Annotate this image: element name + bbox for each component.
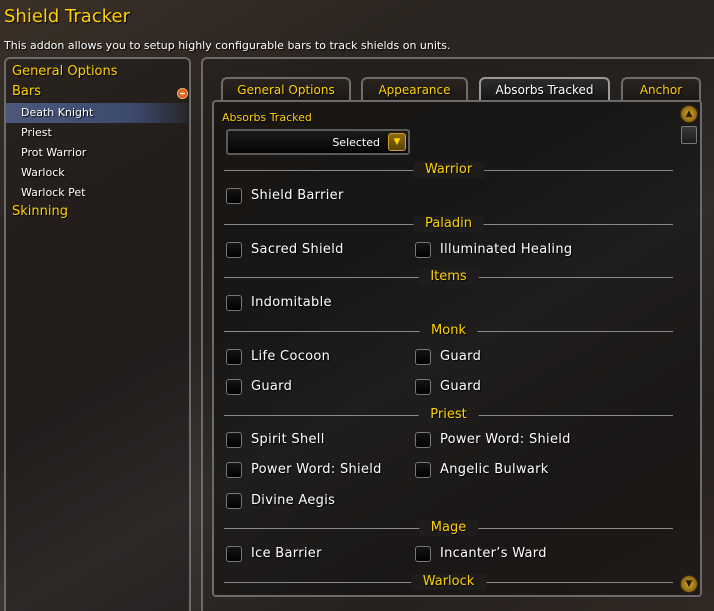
tree-item-bars[interactable]: Bars — [12, 84, 41, 99]
checkbox-shield-barrier[interactable]: Shield Barrier — [226, 187, 386, 207]
checkbox-box[interactable] — [226, 462, 242, 478]
section-header-warlock: Warlock — [224, 574, 673, 590]
checkbox-box[interactable] — [226, 379, 242, 395]
checkbox-life-cocoon[interactable]: Life Cocoon — [226, 348, 396, 368]
section-header-priest: Priest — [224, 407, 673, 423]
tab-anchor[interactable]: Anchor — [621, 77, 701, 101]
checkbox-box[interactable] — [415, 349, 431, 365]
absorbs-group-label: Absorbs Tracked — [222, 111, 312, 124]
checkbox-box[interactable] — [415, 432, 431, 448]
checkbox-ice-barrier[interactable]: Ice Barrier — [226, 545, 396, 565]
tree-item-general-options[interactable]: General Options — [12, 64, 118, 79]
section-header-mage: Mage — [224, 520, 673, 536]
checkbox-incanters-ward[interactable]: Incanter’s Ward — [415, 545, 585, 565]
minus-icon[interactable] — [177, 88, 188, 99]
checkbox-angelic-bulwark[interactable]: Angelic Bulwark — [415, 461, 585, 481]
tree-item-priest[interactable]: Priest — [6, 123, 187, 143]
checkbox-box[interactable] — [226, 188, 242, 204]
section-header-monk: Monk — [224, 323, 673, 339]
checkbox-power-word-shield[interactable]: Power Word: Shield — [415, 431, 585, 451]
addon-description: This addon allows you to setup highly co… — [4, 39, 451, 52]
tab-appearance[interactable]: Appearance — [361, 77, 468, 101]
checkbox-guard[interactable]: Guard — [415, 378, 585, 398]
chevron-down-icon[interactable]: ▼ — [388, 133, 406, 151]
checkbox-box[interactable] — [226, 295, 242, 311]
checkbox-sacred-shield[interactable]: Sacred Shield — [226, 241, 396, 261]
checkbox-indomitable[interactable]: Indomitable — [226, 294, 396, 314]
arrow-up-icon[interactable]: ▲ — [680, 105, 698, 123]
checkbox-guard[interactable]: Guard — [415, 348, 585, 368]
tree-item-warlock-pet[interactable]: Warlock Pet — [6, 183, 187, 203]
section-header-items: Items — [224, 269, 673, 285]
checkbox-box[interactable] — [226, 432, 242, 448]
tree-item-warlock[interactable]: Warlock — [6, 163, 187, 183]
absorbs-dropdown[interactable]: Selected ▼ — [226, 129, 410, 155]
checkbox-box[interactable] — [226, 493, 242, 509]
tab-absorbs-tracked[interactable]: Absorbs Tracked — [479, 77, 610, 101]
checkbox-box[interactable] — [415, 462, 431, 478]
options-tree: General Options Bars Death Knight Priest… — [4, 57, 191, 611]
checkbox-box[interactable] — [226, 242, 242, 258]
checkbox-illuminated-healing[interactable]: Illuminated Healing — [415, 241, 585, 261]
checkbox-guard[interactable]: Guard — [226, 378, 396, 398]
checkbox-box[interactable] — [415, 242, 431, 258]
checkbox-box[interactable] — [226, 546, 242, 562]
checkbox-box[interactable] — [415, 546, 431, 562]
checkbox-divine-aegis[interactable]: Divine Aegis — [226, 492, 396, 512]
arrow-down-icon[interactable]: ▼ — [680, 575, 698, 593]
checkbox-spirit-shell[interactable]: Spirit Shell — [226, 431, 396, 451]
checkbox-power-word-shield[interactable]: Power Word: Shield — [226, 461, 396, 481]
tree-item-prot-warrior[interactable]: Prot Warrior — [6, 143, 187, 163]
scroll-thumb[interactable] — [681, 126, 697, 144]
section-header-paladin: Paladin — [224, 216, 673, 232]
checkbox-box[interactable] — [226, 349, 242, 365]
tree-item-skinning[interactable]: Skinning — [12, 204, 68, 219]
checkbox-box[interactable] — [415, 379, 431, 395]
section-header-warrior: Warrior — [224, 162, 673, 178]
tree-item-death-knight[interactable]: Death Knight — [6, 103, 187, 123]
scrollbar[interactable]: ▲ ▼ — [680, 103, 698, 595]
dropdown-value: Selected — [332, 136, 380, 149]
addon-title: Shield Tracker — [4, 6, 130, 27]
tab-general-options[interactable]: General Options — [221, 77, 351, 101]
